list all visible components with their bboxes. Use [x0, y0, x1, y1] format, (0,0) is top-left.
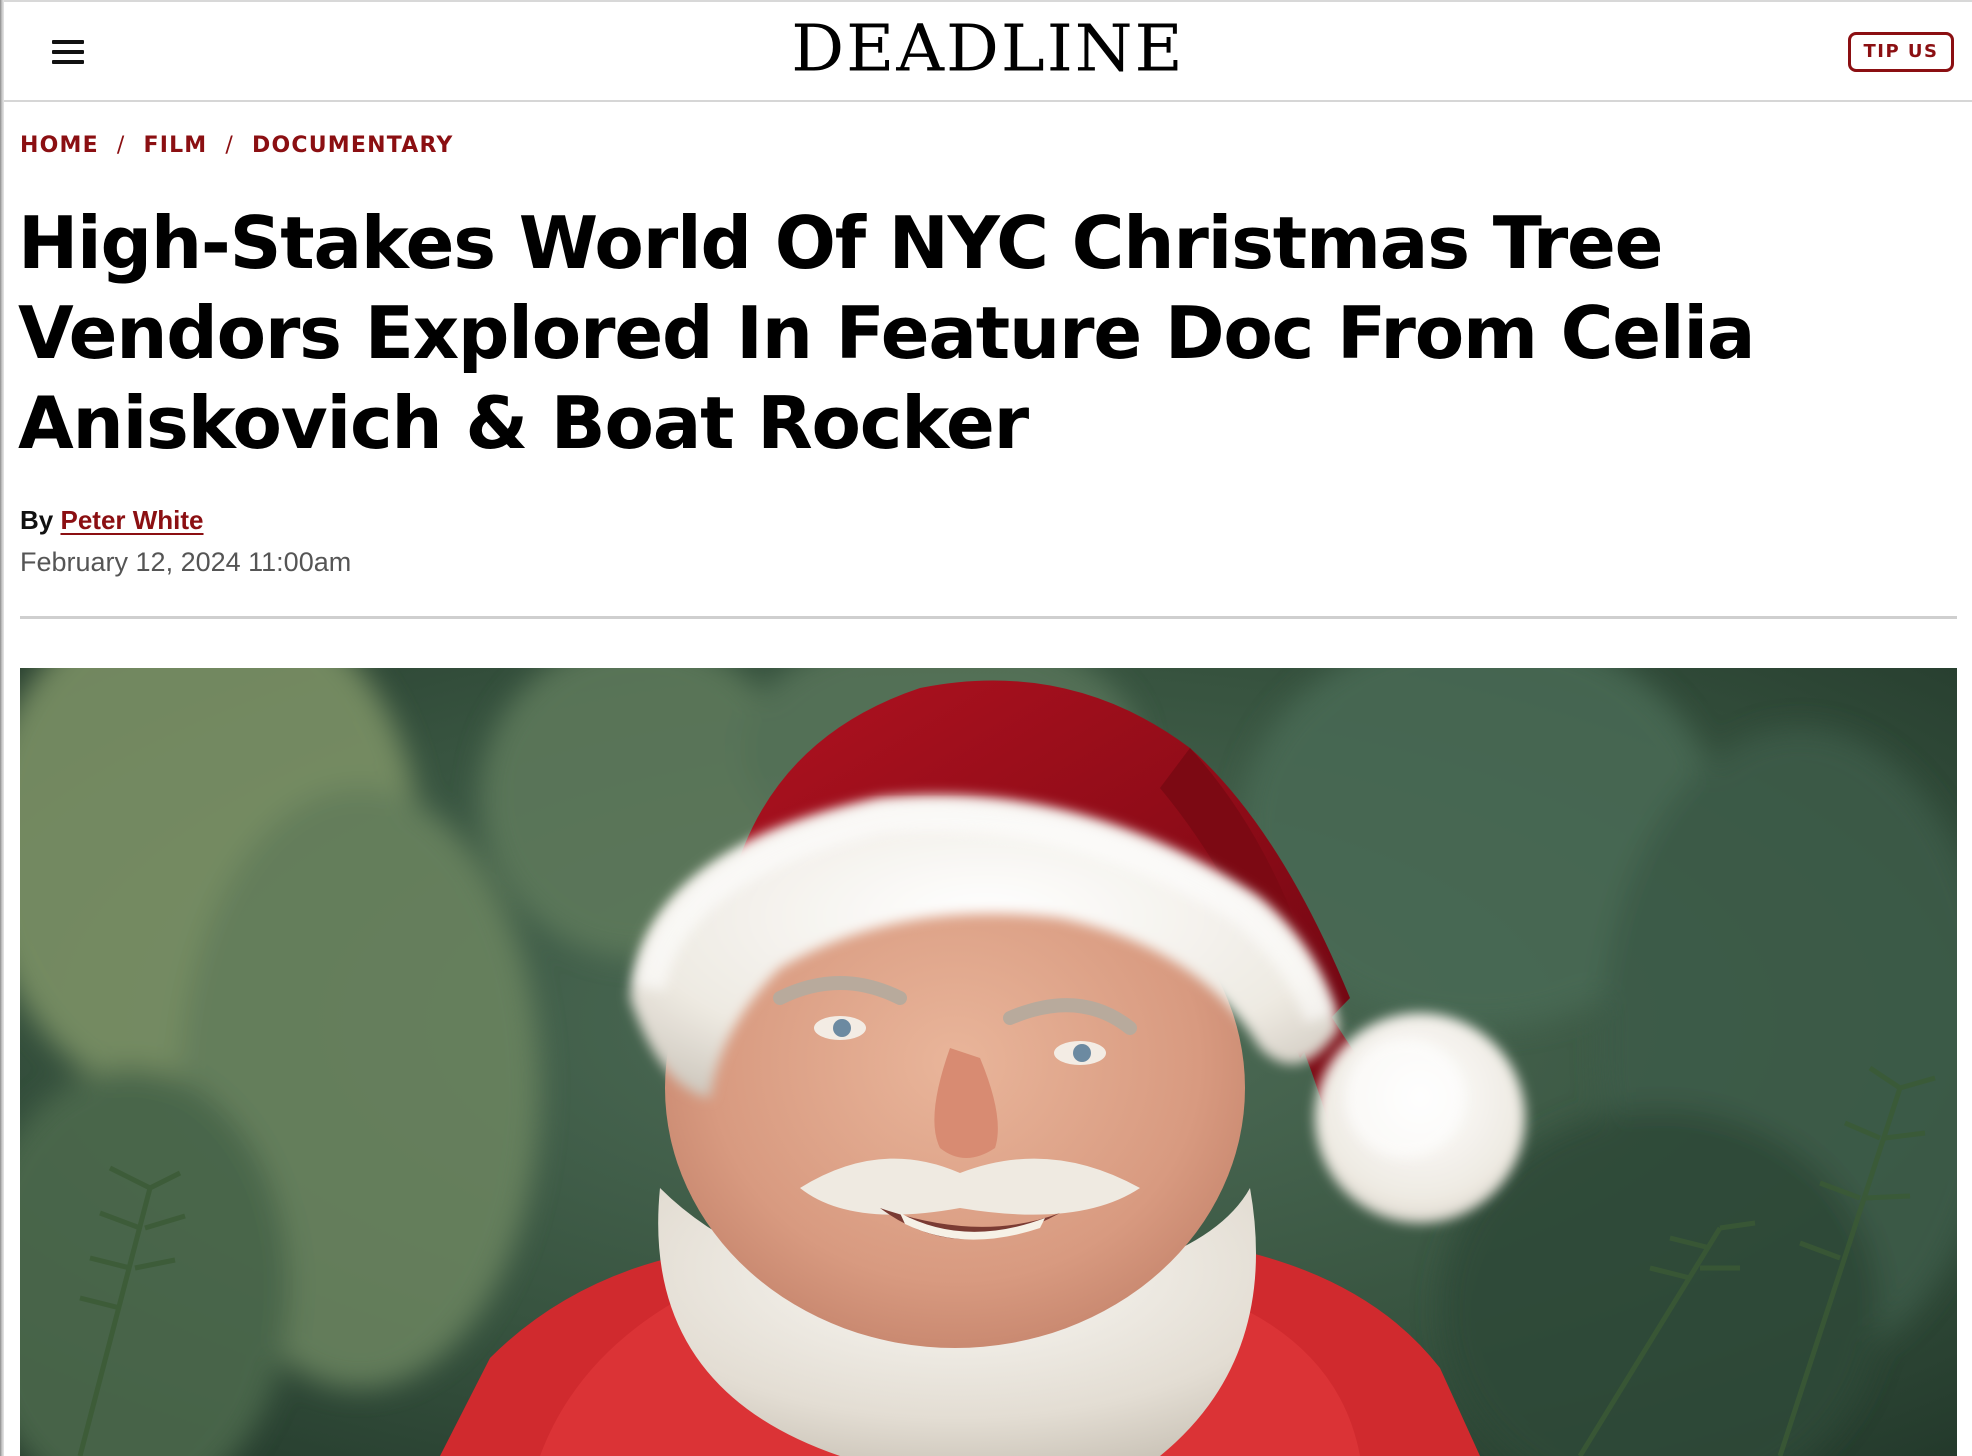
byline: By Peter White [20, 505, 204, 536]
hero-image[interactable] [20, 668, 1957, 1456]
breadcrumb: HOME / FILM / DOCUMENTARY [20, 133, 454, 158]
tip-us-button[interactable]: TIP US [1848, 32, 1954, 72]
article-headline: High-Stakes World Of NYC Christmas Tree … [18, 201, 1755, 465]
breadcrumb-home[interactable]: HOME [20, 133, 99, 158]
breadcrumb-separator: / [225, 133, 235, 158]
byline-prefix: By [20, 505, 54, 535]
author-link[interactable]: Peter White [60, 505, 203, 535]
breadcrumb-film[interactable]: FILM [143, 133, 207, 158]
publish-date: February 12, 2024 11:00am [20, 547, 352, 577]
page: DEADLINE TIP US HOME / FILM / DOCUMENTARY Hi… [0, 0, 1972, 1456]
site-logo[interactable]: DEADLINE [4, 16, 1972, 82]
site-header: DEADLINE TIP US [4, 0, 1972, 102]
header-divider [20, 616, 1957, 619]
browser-edge [0, 0, 4, 1456]
breadcrumb-separator: / [116, 133, 126, 158]
breadcrumb-documentary[interactable]: DOCUMENTARY [252, 133, 454, 158]
santa-claus-photo [20, 668, 1957, 1456]
